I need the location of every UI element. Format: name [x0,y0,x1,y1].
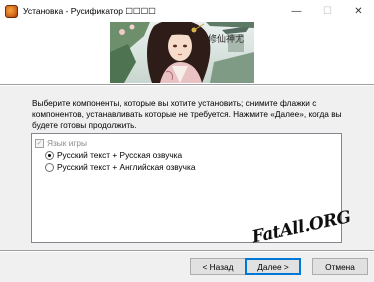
group-checkbox[interactable]: ✓ [35,138,44,148]
window-controls: — ☐ ✕ [281,0,374,22]
app-icon [5,4,18,18]
banner-image: 修仙神尤 [110,22,254,83]
next-button[interactable]: Далее > [245,258,301,275]
cancel-button[interactable]: Отмена [312,258,368,275]
close-icon: ✕ [354,5,363,17]
header-divider [0,84,374,86]
close-button[interactable]: ✕ [343,0,374,22]
group-label: Язык игры [47,138,87,148]
option-label: Русский текст + Русская озвучка [57,150,183,160]
option-label: Русский текст + Английская озвучка [57,162,196,172]
maximize-icon: ☐ [323,5,332,17]
window-title: Установка - Русификатор ☐☐☐☐ [23,5,156,16]
back-button[interactable]: < Назад [190,258,246,275]
minimize-button[interactable]: — [281,0,312,22]
page-description: Выберите компоненты, которые вы хотите у… [32,98,342,130]
checkmark-icon: ✓ [36,139,43,147]
component-group-row[interactable]: ✓ Язык игры [35,137,87,149]
title-bar[interactable]: Установка - Русификатор ☐☐☐☐ — ☐ ✕ [0,0,374,22]
component-option-row[interactable]: Русский текст + Русская озвучка [45,149,182,161]
component-option-row[interactable]: Русский текст + Английская озвучка [45,161,195,173]
banner-calligraphy: 修仙神尤 [208,33,244,45]
minimize-icon: — [291,5,302,17]
radio-option-english-voice[interactable] [45,162,54,172]
footer-divider [0,250,374,252]
maximize-button[interactable]: ☐ [312,0,343,22]
radio-option-russian-voice[interactable] [45,150,54,160]
